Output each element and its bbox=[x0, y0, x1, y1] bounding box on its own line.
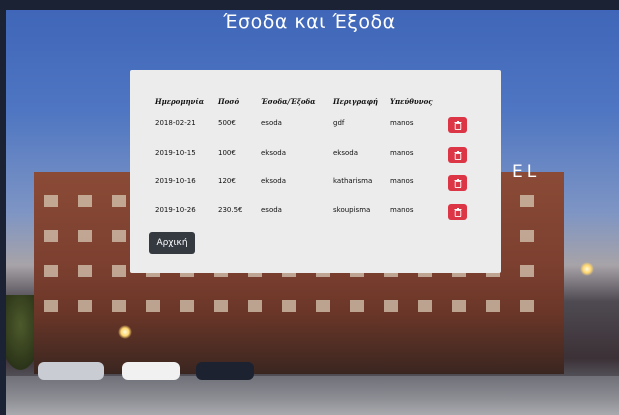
hotel-sign: EL bbox=[512, 162, 541, 182]
delete-button[interactable] bbox=[448, 117, 467, 133]
cell-type: eksoda bbox=[261, 149, 287, 157]
cell-date: 2018-02-21 bbox=[155, 119, 196, 127]
cell-description: skoupisma bbox=[333, 206, 371, 214]
home-button[interactable]: Αρχική bbox=[149, 232, 195, 254]
delete-button[interactable] bbox=[448, 175, 467, 191]
page-title: Έσοδα και Έξοδα bbox=[223, 11, 396, 33]
header-amount: Ποσό bbox=[218, 97, 240, 106]
cell-description: katharisma bbox=[333, 177, 373, 185]
street bbox=[6, 376, 619, 415]
cell-amount: 120€ bbox=[218, 177, 236, 185]
header-type: Έσοδα/Έξοδα bbox=[261, 97, 316, 106]
delete-button[interactable] bbox=[448, 204, 467, 220]
car bbox=[38, 362, 104, 380]
trash-icon bbox=[454, 207, 461, 217]
car bbox=[196, 362, 254, 380]
cell-responsible: manos bbox=[390, 206, 414, 214]
cell-description: gdf bbox=[333, 119, 345, 127]
delete-button[interactable] bbox=[448, 147, 467, 163]
trash-icon bbox=[454, 120, 461, 130]
cell-type: esoda bbox=[261, 119, 282, 127]
car bbox=[122, 362, 180, 380]
cell-date: 2019-10-26 bbox=[155, 206, 196, 214]
cell-date: 2019-10-16 bbox=[155, 177, 196, 185]
street-lamp bbox=[580, 262, 594, 276]
cell-responsible: manos bbox=[390, 149, 414, 157]
window-row bbox=[44, 300, 554, 312]
header-date: Ημερομηνία bbox=[155, 97, 205, 106]
cell-responsible: manos bbox=[390, 177, 414, 185]
cell-date: 2019-10-15 bbox=[155, 149, 196, 157]
street-lamp bbox=[118, 325, 132, 339]
cell-responsible: manos bbox=[390, 119, 414, 127]
trash-icon bbox=[454, 150, 461, 160]
transactions-panel: Ημερομηνία Ποσό Έσοδα/Έξοδα Περιγραφή Υπ… bbox=[130, 70, 501, 273]
cell-type: eksoda bbox=[261, 177, 287, 185]
cell-amount: 100€ bbox=[218, 149, 236, 157]
cell-amount: 230.5€ bbox=[218, 206, 243, 214]
header-responsible: Υπεύθυνος bbox=[390, 97, 433, 106]
trash-icon bbox=[454, 178, 461, 188]
cell-amount: 500€ bbox=[218, 119, 236, 127]
header-description: Περιγραφή bbox=[333, 97, 378, 106]
cell-description: eksoda bbox=[333, 149, 359, 157]
cell-type: esoda bbox=[261, 206, 282, 214]
